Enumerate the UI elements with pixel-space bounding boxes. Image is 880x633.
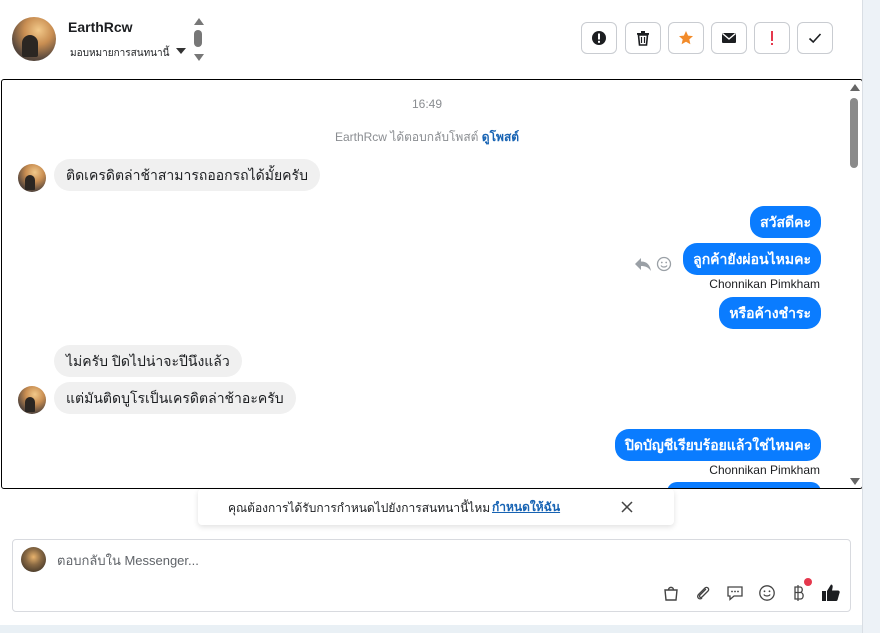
notification-dot — [804, 578, 812, 586]
post-reply-note: EarthRcw ได้ตอบกลับโพสต์ ดูโพสต์ — [2, 128, 852, 147]
side-panel-edge — [862, 0, 880, 633]
conversation-panel: EarthRcw มอบหมายการสนทนานี้ 16:49 EarthR… — [0, 0, 863, 625]
reply-input[interactable] — [57, 550, 757, 570]
message-timestamp: 16:49 — [411, 97, 443, 111]
message-bubble-outgoing[interactable]: ปิดบัญชีเรียบร้อยแล้วใช่ไหมคะ — [614, 429, 821, 461]
message-bubble-outgoing[interactable]: สวัสดีคะ — [750, 206, 821, 238]
view-post-link[interactable]: ดูโพสต์ — [482, 130, 519, 144]
message-bubble-outgoing[interactable]: หรือค้างชำระ — [719, 297, 821, 329]
react-emoji-icon[interactable] — [656, 256, 672, 272]
message-composer — [12, 539, 851, 612]
message-bubble-incoming[interactable]: ไม่ครับ ปิดไปน่าจะปีนึงแล้ว — [54, 345, 242, 377]
thumbs-up-icon[interactable] — [821, 583, 841, 603]
contact-avatar[interactable] — [12, 17, 56, 61]
report-spam-button[interactable] — [581, 22, 617, 54]
follow-up-button[interactable] — [754, 22, 790, 54]
star-icon — [679, 31, 693, 45]
thread-scrollbar[interactable] — [848, 82, 860, 486]
assign-reminder-banner: คุณต้องการได้รับการกำหนดไปยังการสนทนานี้… — [198, 489, 674, 525]
mark-unread-button[interactable] — [711, 22, 747, 54]
message-bubble-outgoing-partial[interactable] — [667, 482, 821, 488]
envelope-icon — [722, 32, 736, 43]
emoji-icon[interactable] — [757, 583, 777, 603]
close-icon[interactable] — [619, 499, 635, 515]
header-scrollbar[interactable] — [193, 18, 205, 64]
message-bubble-outgoing[interactable]: ลูกค้ายังผ่อนไหมคะ — [683, 243, 821, 275]
scroll-up-arrow-icon[interactable] — [850, 84, 860, 91]
trash-icon — [637, 31, 649, 46]
assign-to-me-link[interactable]: กำหนดให้ฉัน — [492, 498, 560, 517]
message-bubble-incoming[interactable]: ติดเครดิตล่าช้าสามารถออกรถได้มั้ยครับ — [54, 159, 320, 191]
avatar[interactable] — [18, 164, 46, 192]
check-icon — [808, 33, 822, 44]
delete-button[interactable] — [625, 22, 661, 54]
scroll-down-arrow-icon[interactable] — [194, 54, 204, 61]
message-thread[interactable]: 16:49 EarthRcw ได้ตอบกลับโพสต์ ดูโพสต์ ต… — [1, 79, 863, 489]
reminder-text: คุณต้องการได้รับการกำหนดไปยังการสนทนานี้… — [228, 501, 491, 515]
scroll-down-arrow-icon[interactable] — [850, 478, 860, 485]
exclamation-icon — [771, 31, 773, 45]
baht-icon[interactable] — [789, 583, 809, 603]
mark-done-button[interactable] — [797, 22, 833, 54]
scroll-thumb[interactable] — [194, 30, 202, 47]
contact-name[interactable]: EarthRcw — [68, 19, 133, 35]
reply-icon[interactable] — [634, 256, 652, 272]
caret-down-icon[interactable] — [176, 48, 186, 54]
message-bubble-incoming[interactable]: แต่มันติดบูโรเป็นเครดิตล่าช้าอะครับ — [54, 382, 296, 414]
page-avatar — [21, 547, 46, 572]
attachment-icon[interactable] — [693, 583, 713, 603]
alert-circle-icon — [592, 31, 606, 45]
scroll-up-arrow-icon[interactable] — [194, 18, 204, 25]
scroll-thumb[interactable] — [850, 98, 858, 168]
sender-name: Chonnikan Pimkham — [709, 463, 820, 477]
post-reply-text: EarthRcw ได้ตอบกลับโพสต์ — [334, 130, 479, 144]
star-button[interactable] — [668, 22, 704, 54]
assign-conversation-dropdown[interactable]: มอบหมายการสนทนานี้ — [70, 46, 169, 61]
avatar[interactable] — [18, 386, 46, 414]
sender-name: Chonnikan Pimkham — [709, 277, 820, 291]
saved-reply-icon[interactable] — [725, 583, 745, 603]
shopping-bag-icon[interactable] — [661, 583, 681, 603]
